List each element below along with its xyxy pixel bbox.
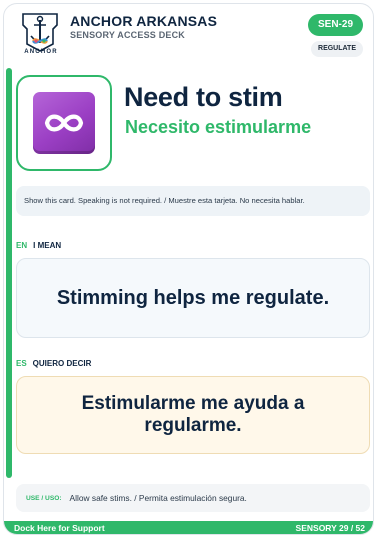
sensory-card: ANCHOR ANCHOR ARKANSAS SENSORY ACCESS DE… xyxy=(3,3,374,535)
meaning-box-en: Stimming helps me regulate. xyxy=(16,258,370,338)
category-tag: REGULATE xyxy=(311,41,363,57)
instruction-banner: Show this card. Speaking is not required… xyxy=(16,186,370,216)
usage-note: USE / USO: Allow safe stims. / Permita e… xyxy=(16,484,370,512)
usage-text: Allow safe stims. / Permita estimulación… xyxy=(69,493,247,503)
lang-code-en: EN xyxy=(16,241,28,250)
card-icon-frame xyxy=(16,75,112,171)
lang-code-es: ES xyxy=(16,359,27,368)
brand-title: ANCHOR ARKANSAS xyxy=(70,13,218,29)
section-label-es: ES QUIERO DECIR xyxy=(16,359,91,368)
anchor-logo-icon xyxy=(22,13,58,52)
meaning-box-es: Estimularme me ayuda a regularme. xyxy=(16,376,370,454)
card-title-es: Necesito estimularme xyxy=(125,117,312,137)
side-accent-bar xyxy=(6,68,12,478)
footer-bar: Dock Here for Support SENSORY 29 / 52 xyxy=(4,521,373,534)
card-code-badge: SEN-29 xyxy=(307,14,363,36)
logo-wordmark: ANCHOR xyxy=(24,49,58,55)
section-label-en: EN I MEAN xyxy=(16,241,61,250)
infinity-icon xyxy=(33,92,95,154)
card-title-en: Need to stim xyxy=(124,82,283,112)
footer-page-counter: SENSORY 29 / 52 xyxy=(295,523,365,533)
section-heading-en: I MEAN xyxy=(33,241,62,250)
section-heading-es: QUIERO DECIR xyxy=(32,359,92,368)
usage-label: USE / USO: xyxy=(26,494,62,502)
brand-subtitle: SENSORY ACCESS DECK xyxy=(70,30,185,40)
footer-dock-text: Dock Here for Support xyxy=(14,523,105,533)
